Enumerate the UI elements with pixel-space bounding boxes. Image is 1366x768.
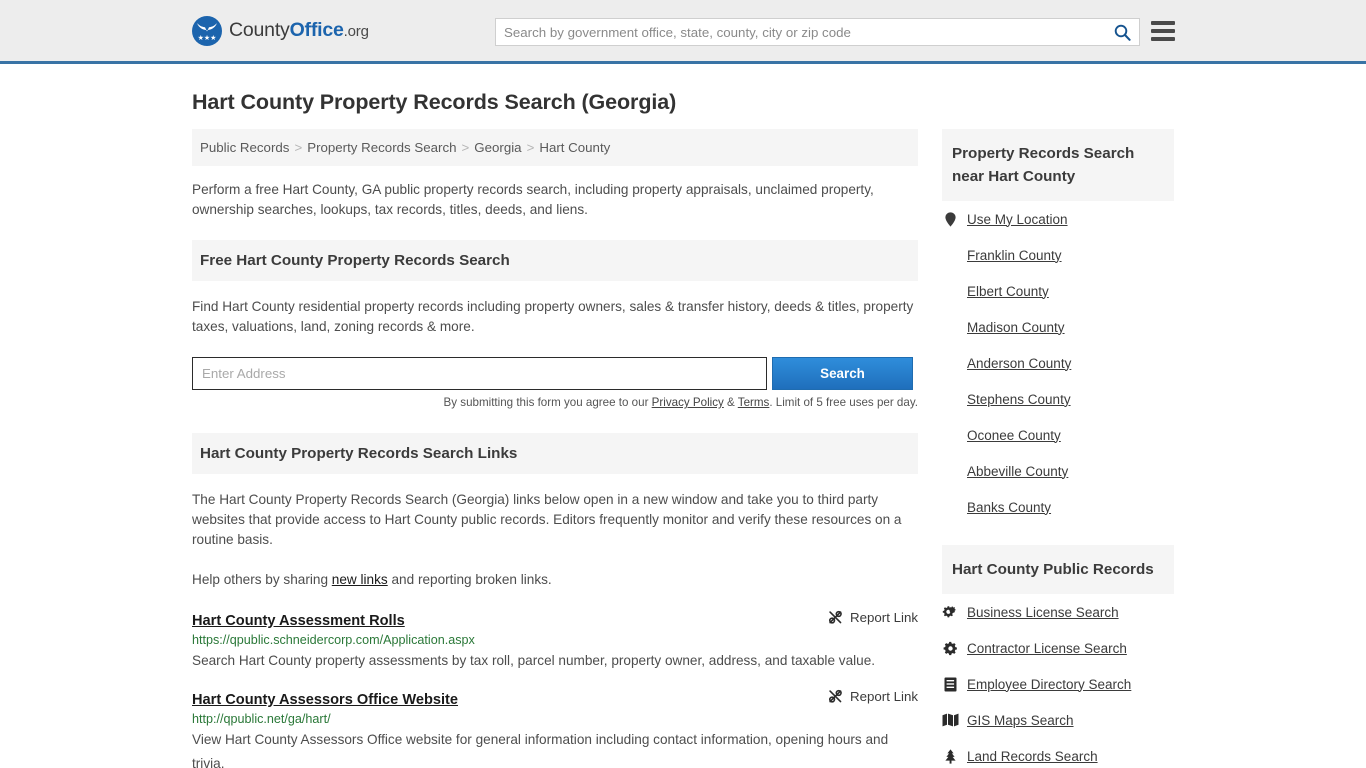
- sidebar-link-gis-maps-search[interactable]: GIS Maps Search: [967, 713, 1074, 728]
- breadcrumb-separator: >: [526, 140, 535, 155]
- content-row: Public Records > Property Records Search > G…: [192, 129, 1174, 768]
- eagle-shield-logo-icon: ★★★: [192, 15, 222, 46]
- sidebar-link-land-records-search[interactable]: Land Records Search: [967, 749, 1098, 764]
- nearby-search-heading: Property Records Search near Hart County: [942, 129, 1174, 201]
- list-item-madison-county[interactable]: Madison County: [942, 309, 1174, 345]
- breadcrumb-item-hart-county[interactable]: Hart County: [539, 140, 610, 155]
- link-description: Search Hart County property assessments …: [192, 653, 876, 668]
- sidebar-link-madison-county[interactable]: Madison County: [967, 320, 1065, 335]
- breadcrumb-item-property-records-search[interactable]: Property Records Search: [307, 140, 456, 155]
- hamburger-menu-icon[interactable]: [1151, 20, 1175, 42]
- broken-link-icon: [828, 689, 843, 704]
- public-records-list: Business License Search Contractor Licen…: [942, 594, 1174, 768]
- sidebar-link-contractor-license-search[interactable]: Contractor License Search: [967, 641, 1127, 656]
- link-item: Hart County Assessors Office Website Rep…: [192, 689, 918, 768]
- address-input[interactable]: [192, 357, 767, 390]
- list-item-business-license-search[interactable]: Business License Search: [942, 594, 1174, 630]
- help-suffix: and reporting broken links.: [387, 572, 552, 587]
- help-prefix: Help others by sharing: [192, 572, 332, 587]
- list-item-elbert-county[interactable]: Elbert County: [942, 273, 1174, 309]
- nearby-search-block: Property Records Search near Hart County…: [942, 129, 1174, 525]
- sidebar-link-employee-directory-search[interactable]: Employee Directory Search: [967, 677, 1131, 692]
- site-logo-link[interactable]: ★★★ CountyOffice.org: [192, 15, 369, 46]
- links-help-text: Help others by sharing new links and rep…: [192, 570, 918, 590]
- sidebar-link-banks-county[interactable]: Banks County: [967, 500, 1051, 515]
- main-column: Public Records > Property Records Search > G…: [192, 129, 918, 768]
- cogs-icon: [942, 605, 959, 620]
- link-url: https://qpublic.schneidercorp.com/Applic…: [192, 633, 475, 647]
- public-records-block: Hart County Public Records Business Lice…: [942, 545, 1174, 768]
- list-item-gis-maps-search[interactable]: GIS Maps Search: [942, 702, 1174, 738]
- map-pin-icon: [942, 211, 959, 227]
- broken-link-icon: [828, 610, 843, 625]
- list-item-use-my-location[interactable]: Use My Location: [942, 201, 1174, 237]
- sidebar: Property Records Search near Hart County…: [942, 129, 1174, 768]
- sidebar-link-oconee-county[interactable]: Oconee County: [967, 428, 1061, 443]
- disclaimer-amp: &: [723, 396, 738, 409]
- link-title[interactable]: Hart County Assessors Office Website: [192, 692, 458, 708]
- list-item-stephens-county[interactable]: Stephens County: [942, 381, 1174, 417]
- list-item-land-records-search[interactable]: Land Records Search: [942, 738, 1174, 768]
- sidebar-link-use-my-location[interactable]: Use My Location: [967, 212, 1068, 227]
- report-link-button[interactable]: Report Link: [828, 689, 918, 704]
- disclaimer-prefix: By submitting this form you agree to our: [443, 396, 652, 409]
- breadcrumb-item-public-records[interactable]: Public Records: [200, 140, 289, 155]
- hamburger-bar: [1151, 21, 1175, 25]
- book-icon: [942, 677, 959, 692]
- address-search-form: Search: [192, 357, 918, 390]
- links-section-description: The Hart County Property Records Search …: [192, 492, 902, 547]
- link-title[interactable]: Hart County Assessment Rolls: [192, 613, 405, 629]
- site-logo-text: CountyOffice.org: [229, 19, 369, 41]
- list-item-employee-directory-search[interactable]: Employee Directory Search: [942, 666, 1174, 702]
- breadcrumb: Public Records > Property Records Search > G…: [192, 129, 918, 166]
- site-header: ★★★ CountyOffice.org: [0, 0, 1366, 64]
- free-search-heading: Free Hart County Property Records Search: [192, 240, 918, 281]
- form-disclaimer: By submitting this form you agree to our…: [192, 396, 918, 409]
- cog-icon: [942, 641, 959, 656]
- terms-link[interactable]: Terms: [738, 396, 770, 409]
- sidebar-link-elbert-county[interactable]: Elbert County: [967, 284, 1049, 299]
- search-icon[interactable]: [1105, 19, 1139, 45]
- disclaimer-suffix: . Limit of 5 free uses per day.: [769, 396, 918, 409]
- sidebar-link-abbeville-county[interactable]: Abbeville County: [967, 464, 1068, 479]
- list-item-franklin-county[interactable]: Franklin County: [942, 237, 1174, 273]
- report-link-label: Report Link: [850, 610, 918, 625]
- sidebar-link-business-license-search[interactable]: Business License Search: [967, 605, 1119, 620]
- sidebar-link-franklin-county[interactable]: Franklin County: [967, 248, 1062, 263]
- global-search-bar[interactable]: [495, 18, 1140, 46]
- link-row: Hart County Assessment Rolls Report Link: [192, 610, 918, 629]
- sidebar-link-stephens-county[interactable]: Stephens County: [967, 392, 1071, 407]
- link-description: View Hart County Assessors Office websit…: [192, 732, 889, 768]
- report-link-button[interactable]: Report Link: [828, 610, 918, 625]
- links-section-heading: Hart County Property Records Search Link…: [192, 433, 918, 474]
- address-search-button[interactable]: Search: [772, 357, 913, 390]
- link-url: http://qpublic.net/ga/hart/: [192, 712, 331, 726]
- sidebar-link-anderson-county[interactable]: Anderson County: [967, 356, 1071, 371]
- map-icon: [942, 713, 959, 727]
- list-item-anderson-county[interactable]: Anderson County: [942, 345, 1174, 381]
- hamburger-bar: [1151, 29, 1175, 33]
- list-item-oconee-county[interactable]: Oconee County: [942, 417, 1174, 453]
- breadcrumb-separator: >: [461, 140, 470, 155]
- page-intro-text: Perform a free Hart County, GA public pr…: [192, 182, 874, 217]
- global-search-input[interactable]: [496, 19, 1105, 45]
- logo-stars: ★★★: [197, 34, 217, 42]
- breadcrumb-item-georgia[interactable]: Georgia: [474, 140, 521, 155]
- list-item-contractor-license-search[interactable]: Contractor License Search: [942, 630, 1174, 666]
- link-row: Hart County Assessors Office Website Rep…: [192, 689, 918, 708]
- list-item-abbeville-county[interactable]: Abbeville County: [942, 453, 1174, 489]
- free-search-description: Find Hart County residential property re…: [192, 299, 914, 334]
- nearby-county-list: Use My Location Franklin County Elbert C…: [942, 201, 1174, 525]
- report-link-label: Report Link: [850, 689, 918, 704]
- new-links-link[interactable]: new links: [332, 572, 388, 587]
- list-item-banks-county[interactable]: Banks County: [942, 489, 1174, 525]
- hamburger-bar: [1151, 37, 1175, 41]
- link-item: Hart County Assessment Rolls Report Link…: [192, 610, 918, 673]
- page-container: Hart County Property Records Search (Geo…: [0, 90, 1366, 768]
- public-records-heading: Hart County Public Records: [942, 545, 1174, 594]
- breadcrumb-separator: >: [294, 140, 303, 155]
- page-title: Hart County Property Records Search (Geo…: [192, 90, 677, 114]
- tree-icon: [942, 748, 959, 764]
- privacy-policy-link[interactable]: Privacy Policy: [652, 396, 724, 409]
